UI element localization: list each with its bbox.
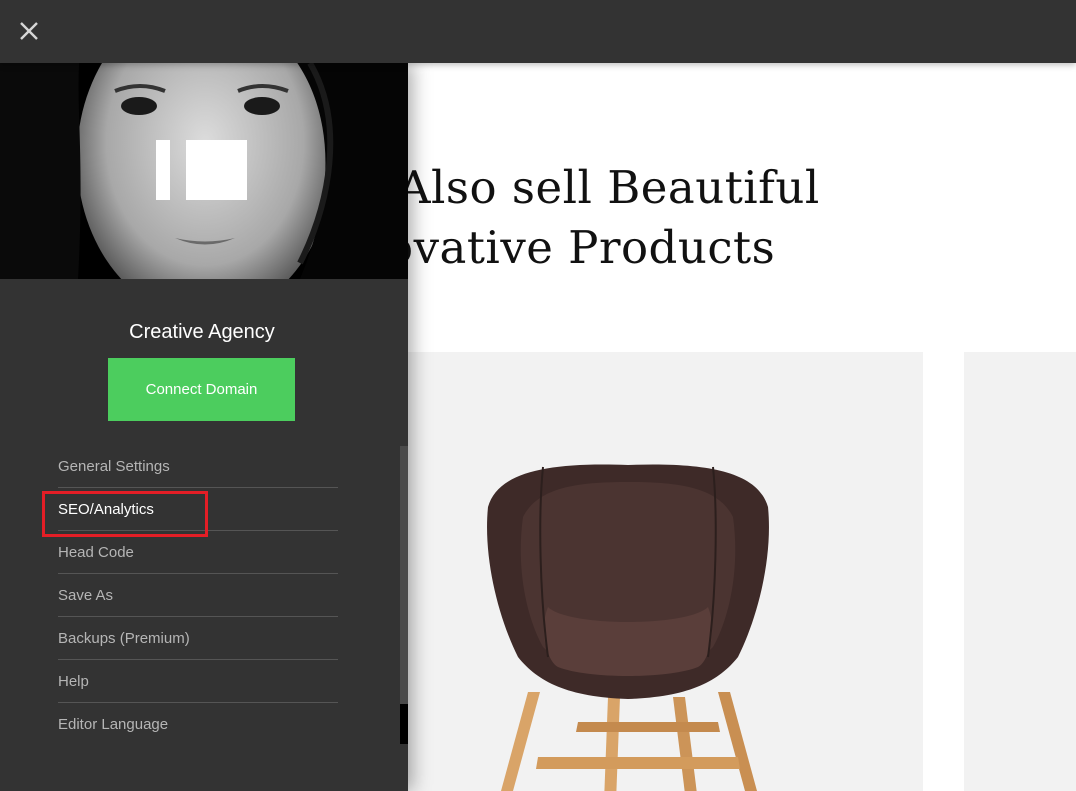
top-bar [0,0,1076,63]
menu-item-save-as[interactable]: Save As [58,574,338,617]
settings-menu: General Settings SEO/Analytics Head Code… [58,445,338,745]
menu-item-head-code[interactable]: Head Code [58,531,338,574]
connect-domain-button[interactable]: Connect Domain [108,358,295,421]
scrollbar[interactable] [400,446,408,704]
close-button[interactable] [14,16,44,46]
menu-item-label: Help [58,673,89,690]
product-card[interactable] [408,352,923,791]
headline-line-1: Also sell Beautiful [398,161,820,214]
headline-line-2: ovative Products [386,221,776,274]
menu-item-backups[interactable]: Backups (Premium) [58,617,338,660]
menu-item-seo-analytics[interactable]: SEO/Analytics [58,488,338,531]
menu-item-label: Backups (Premium) [58,630,190,647]
close-icon [20,22,38,40]
page-headline: Also sell Beautiful ovative Products [386,158,820,278]
product-card-2[interactable] [964,352,1076,791]
menu-item-label: Head Code [58,544,134,561]
menu-item-label: SEO/Analytics [58,501,154,518]
menu-item-label: Save As [58,587,114,604]
menu-item-label: General Settings [58,458,170,475]
menu-item-general-settings[interactable]: General Settings [58,445,338,488]
site-title: Creative Agency [129,321,275,343]
scrollbar-track-end [400,704,408,744]
menu-item-editor-language[interactable]: Editor Language [58,703,338,745]
menu-item-help[interactable]: Help [58,660,338,703]
site-preview-image [0,63,408,279]
chair-product-image [487,464,769,791]
menu-item-label: Editor Language [58,716,169,733]
settings-sidebar: Creative Agency Connect Domain General S… [0,63,408,791]
portrait-image [0,63,408,279]
